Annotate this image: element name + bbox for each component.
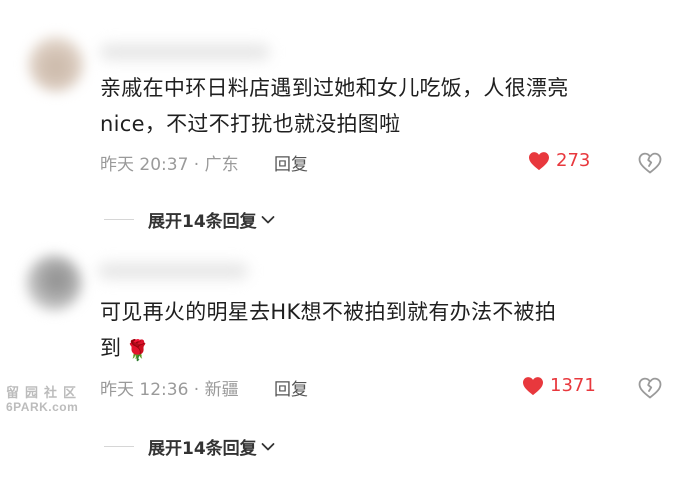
reply-button[interactable]: 回复	[274, 375, 308, 400]
divider-line	[104, 219, 134, 220]
like-count: 1371	[550, 375, 596, 396]
comment-text: 可见再火的明星去HK想不被拍到就有办法不被拍 到 🌹	[100, 294, 654, 368]
chevron-down-icon	[261, 442, 275, 450]
avatar[interactable]	[28, 36, 84, 92]
username-blurred[interactable]	[98, 263, 248, 279]
expand-replies-label: 展开14条回复	[148, 439, 257, 459]
comment-meta: 昨天 20:37 · 广东 回复	[100, 150, 308, 175]
expand-replies-button[interactable]: 展开14条回复	[104, 434, 275, 459]
comment-text-line: 亲戚在中环日料店遇到过她和女儿吃饭，人很漂亮	[100, 76, 569, 100]
username-blurred[interactable]	[100, 44, 270, 60]
watermark-text-cn: 留园社区	[6, 385, 83, 400]
comment-timestamp-location: 昨天 12:36 · 新疆	[100, 380, 239, 400]
like-button[interactable]: 1371	[522, 375, 596, 396]
heart-icon	[529, 151, 549, 170]
dislike-button[interactable]	[638, 152, 662, 174]
watermark-text-en: 6PARK.com	[6, 400, 79, 414]
comment-item: 亲戚在中环日料店遇到过她和女儿吃饭，人很漂亮 nice，不过不打扰也就没拍图啦 …	[0, 0, 690, 245]
dislike-button[interactable]	[638, 377, 662, 399]
divider-line	[104, 446, 134, 447]
comment-timestamp-location: 昨天 20:37 · 广东	[100, 155, 239, 175]
chevron-down-icon	[261, 215, 275, 223]
like-count: 273	[556, 150, 591, 171]
comment-text-line: 到 🌹	[100, 330, 654, 368]
comment-text-fragment: 到	[100, 336, 122, 360]
broken-heart-icon	[638, 152, 662, 174]
watermark: 留园社区 6PARK.com	[6, 385, 98, 415]
like-button[interactable]: 273	[528, 150, 590, 171]
heart-icon	[523, 376, 543, 395]
expand-replies-label: 展开14条回复	[148, 212, 257, 232]
comment-meta: 昨天 12:36 · 新疆 回复	[100, 375, 308, 400]
comment-text-line: 可见再火的明星去HK想不被拍到就有办法不被拍	[100, 300, 557, 324]
reply-button[interactable]: 回复	[274, 150, 308, 175]
comment-text-line: nice，不过不打扰也就没拍图啦	[100, 112, 401, 136]
broken-heart-icon	[638, 377, 662, 399]
avatar[interactable]	[26, 255, 82, 311]
comment-text: 亲戚在中环日料店遇到过她和女儿吃饭，人很漂亮 nice，不过不打扰也就没拍图啦	[100, 70, 654, 142]
comment-item: 可见再火的明星去HK想不被拍到就有办法不被拍 到 🌹 昨天 12:36 · 新疆 …	[0, 245, 690, 488]
expand-replies-button[interactable]: 展开14条回复	[104, 207, 275, 232]
rose-icon: 🌹	[125, 338, 151, 362]
